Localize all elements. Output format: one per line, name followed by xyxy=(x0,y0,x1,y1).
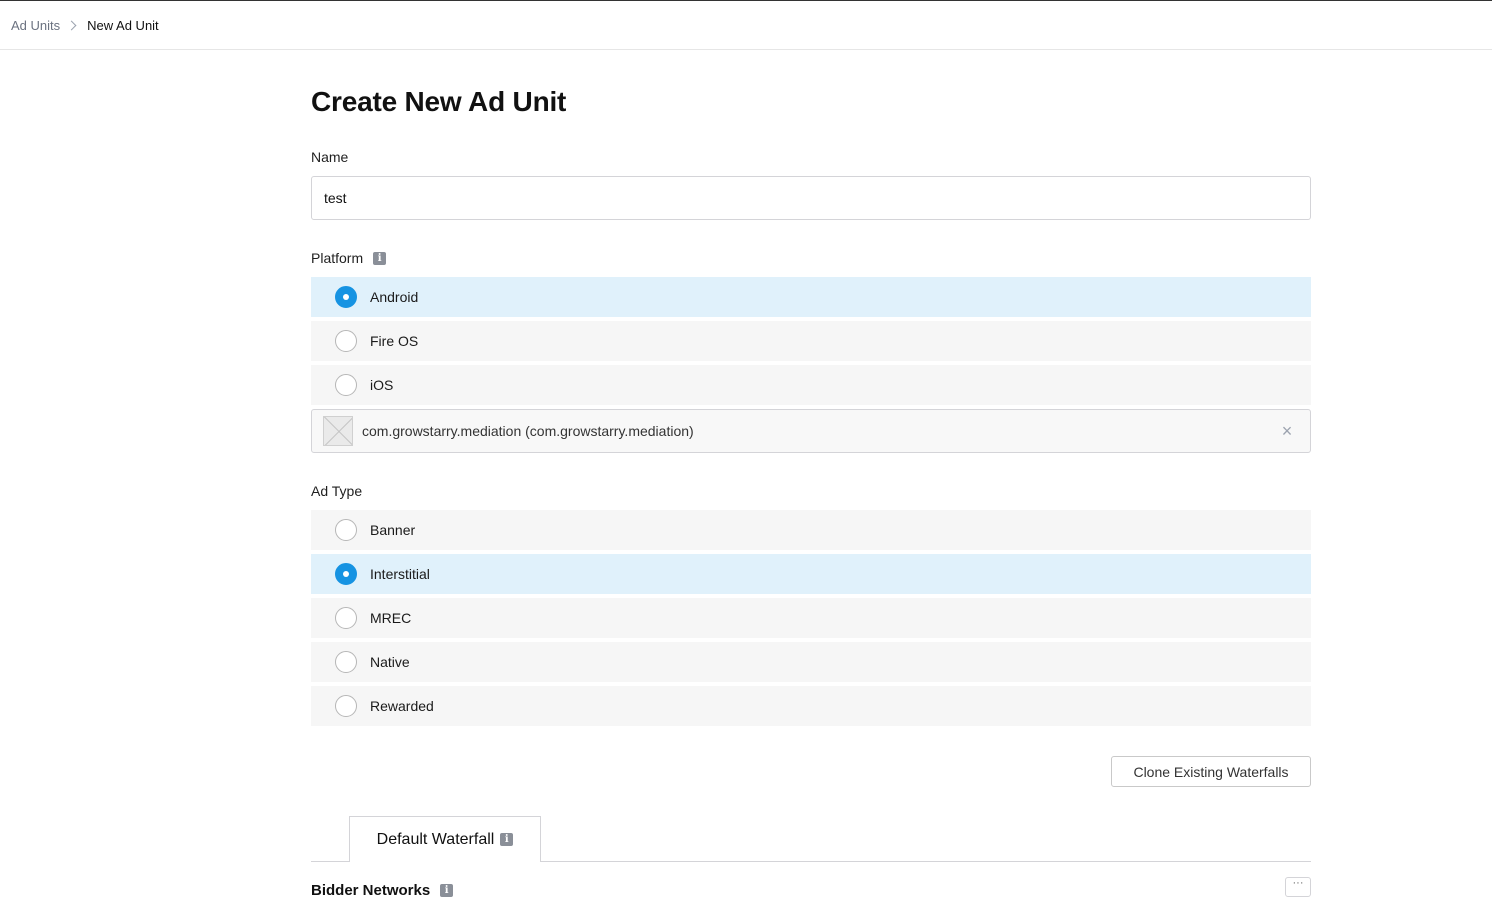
bidder-networks-heading: Bidder Networks i xyxy=(311,882,454,899)
page-title: Create New Ad Unit xyxy=(311,86,567,117)
breadcrumb-ad-units-link[interactable]: Ad Units xyxy=(11,18,60,33)
radio-selected-icon[interactable] xyxy=(335,286,357,308)
radio-empty-icon[interactable] xyxy=(335,695,357,717)
info-icon[interactable]: i xyxy=(440,884,454,897)
app-select[interactable]: com.growstarry.mediation (com.growstarry… xyxy=(311,409,1311,453)
selected-app: com.growstarry.mediation (com.growstarry… xyxy=(362,423,694,439)
ad-type-option-mrec[interactable]: MREC xyxy=(311,598,1311,638)
chevron-right-icon xyxy=(66,20,77,30)
name-input[interactable] xyxy=(311,176,1311,220)
info-icon[interactable]: i xyxy=(373,251,387,265)
ad-type-label: Ad Type xyxy=(311,483,363,499)
platform-option-ios[interactable]: iOS xyxy=(311,365,1311,405)
platform-option-android[interactable]: Android xyxy=(311,277,1311,317)
radio-empty-icon[interactable] xyxy=(335,519,357,541)
clone-waterfalls-button[interactable]: Clone Existing Waterfalls xyxy=(1111,756,1311,787)
radio-selected-icon[interactable] xyxy=(335,563,357,585)
platform-label: Platform i xyxy=(311,250,387,266)
radio-empty-icon[interactable] xyxy=(335,607,357,629)
name-label: Name xyxy=(311,149,349,165)
app-placeholder-icon xyxy=(323,416,353,446)
ad-type-option-banner[interactable]: Banner xyxy=(311,510,1311,550)
breadcrumb-current: New Ad Unit xyxy=(87,17,159,33)
close-icon[interactable]: × xyxy=(1278,422,1296,440)
more-options-icon[interactable]: ··· xyxy=(1285,877,1311,897)
platform-option-fire-os[interactable]: Fire OS xyxy=(311,321,1311,361)
radio-empty-icon[interactable] xyxy=(335,330,357,352)
ad-type-option-rewarded[interactable]: Rewarded xyxy=(311,686,1311,726)
info-icon[interactable]: i xyxy=(500,833,514,846)
breadcrumb: Ad Units New Ad Unit xyxy=(0,1,1492,50)
radio-empty-icon[interactable] xyxy=(335,651,357,673)
ad-type-option-interstitial[interactable]: Interstitial xyxy=(311,554,1311,594)
tab-default-waterfall[interactable]: Default Waterfall i xyxy=(349,816,541,862)
radio-empty-icon[interactable] xyxy=(335,374,357,396)
ad-type-option-native[interactable]: Native xyxy=(311,642,1311,682)
